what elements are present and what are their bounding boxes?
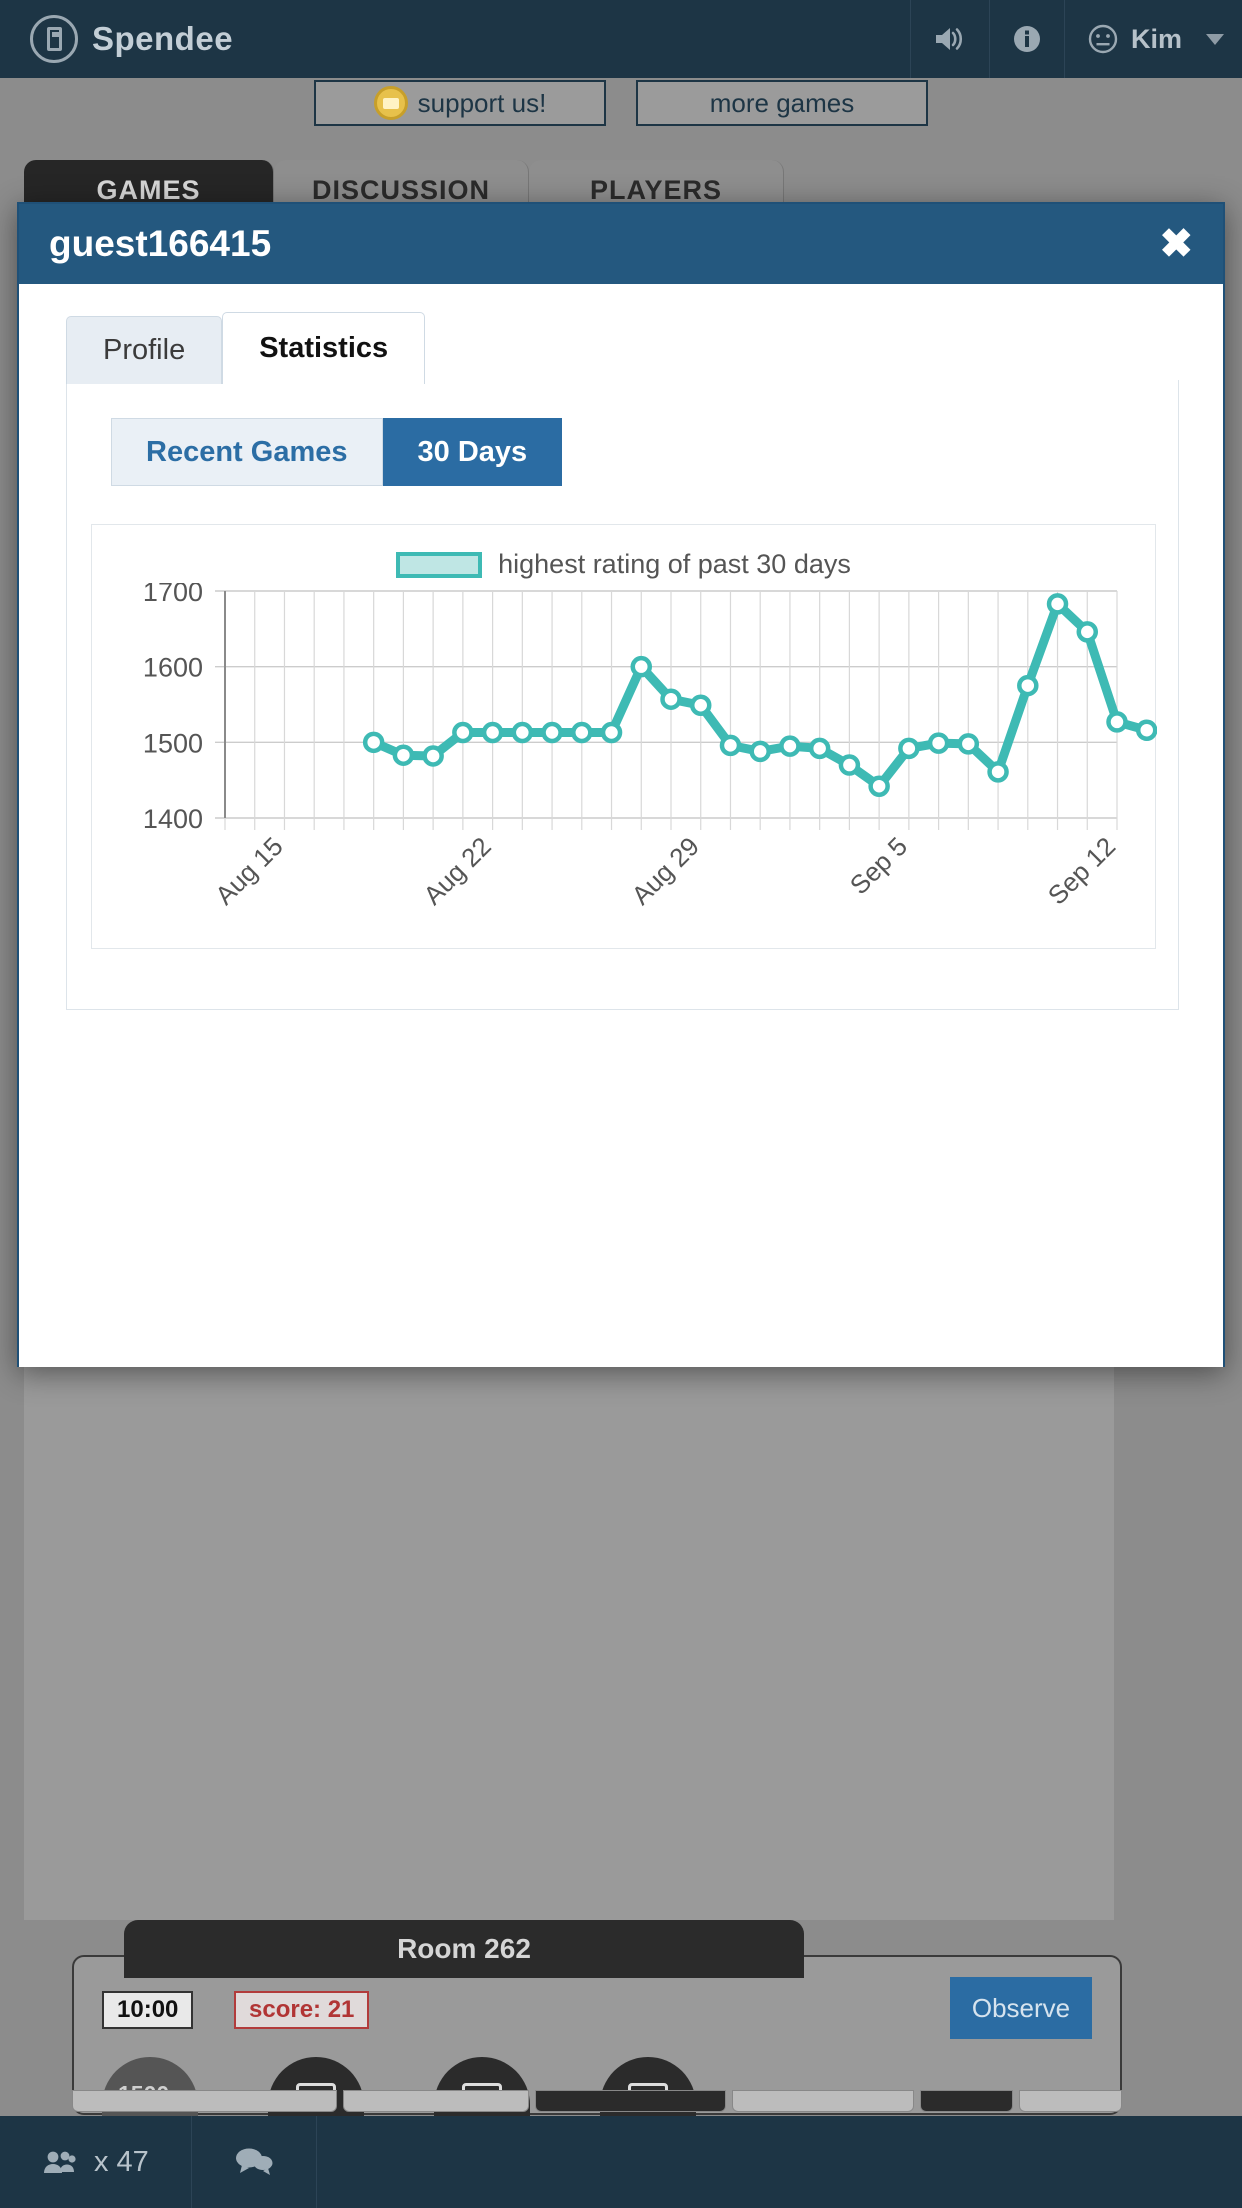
chart-plot-area: 1400 1500 1600 1700 Aug 15 Aug 22 Aug 29 Sep 5 S… — [92, 583, 1157, 943]
svg-text:1500: 1500 — [143, 728, 203, 758]
rating-line-chart: 1400 1500 1600 1700 Aug 15 Aug 22 Aug 29 Sep 5 S… — [92, 583, 1157, 943]
statistics-panel: Recent Games 30 Days highest rating of p… — [66, 380, 1179, 1010]
room-score-badge: score: 21 — [234, 1991, 369, 2029]
modal-title: guest166415 — [49, 223, 271, 265]
svg-text:1400: 1400 — [143, 804, 203, 834]
range-selector: Recent Games 30 Days — [111, 418, 562, 486]
svg-text:Sep 12: Sep 12 — [1042, 831, 1121, 910]
chip — [343, 2090, 529, 2112]
user-menu[interactable]: Kim — [1064, 0, 1242, 78]
support-us-button[interactable]: support us! — [314, 80, 606, 126]
users-icon — [42, 2148, 78, 2176]
chart-legend: highest rating of past 30 days — [92, 549, 1155, 580]
nav-right-group: Kim — [910, 0, 1242, 78]
more-games-label: more games — [710, 88, 855, 119]
close-icon[interactable]: ✖ — [1159, 224, 1193, 264]
modal-tab-strip: Profile Statistics — [66, 312, 425, 384]
card-chip-row — [72, 2090, 1122, 2112]
chevron-down-icon — [1206, 34, 1224, 45]
online-players-indicator[interactable]: x 47 — [0, 2116, 192, 2208]
svg-text:1600: 1600 — [143, 653, 203, 683]
tab-statistics-label: Statistics — [259, 332, 388, 365]
support-us-label: support us! — [418, 88, 547, 119]
thirty-days-label: 30 Days — [418, 436, 528, 469]
legend-swatch — [396, 552, 482, 578]
info-icon — [1012, 24, 1042, 54]
tab-profile-label: Profile — [103, 334, 185, 367]
user-name-label: Kim — [1131, 24, 1182, 55]
spendee-logo-icon — [30, 15, 78, 63]
modal-header: guest166415 ✖ — [19, 204, 1223, 284]
chat-bubble-icon — [234, 2146, 274, 2178]
svg-text:Aug 22: Aug 22 — [417, 831, 496, 910]
brand-name: Spendee — [92, 20, 233, 58]
more-games-button[interactable]: more games — [636, 80, 928, 126]
room-title: Room 262 — [124, 1920, 804, 1978]
rating-chart-container: highest rating of past 30 days 140015001… — [91, 524, 1156, 949]
info-button[interactable] — [989, 0, 1064, 78]
room-timer-badge: 10:00 — [102, 1991, 193, 2029]
svg-text:Aug 15: Aug 15 — [209, 831, 288, 910]
svg-text:Aug 29: Aug 29 — [625, 831, 704, 910]
bottom-status-bar: x 47 — [0, 2116, 1242, 2208]
coin-icon — [374, 86, 408, 120]
tab-games-label: GAMES — [96, 175, 200, 206]
thirty-days-button[interactable]: 30 Days — [383, 418, 563, 486]
chat-button[interactable] — [192, 2116, 317, 2208]
promo-button-row: support us! more games — [0, 80, 1242, 130]
smiley-icon — [1087, 23, 1119, 55]
brand[interactable]: Spendee — [0, 15, 233, 63]
modal-body: Profile Statistics Recent Games 30 Days … — [19, 284, 1223, 1367]
chip — [1019, 2090, 1122, 2112]
tab-players-label: PLAYERS — [590, 175, 722, 206]
sound-toggle-button[interactable] — [910, 0, 989, 78]
recent-games-button[interactable]: Recent Games — [111, 418, 383, 486]
chip — [920, 2090, 1013, 2112]
chip — [535, 2090, 726, 2112]
online-players-count: x 47 — [94, 2146, 149, 2179]
svg-text:1700: 1700 — [143, 583, 203, 607]
chip — [72, 2090, 337, 2112]
observe-button[interactable]: Observe — [950, 1977, 1092, 2039]
tab-discussion-label: DISCUSSION — [312, 175, 490, 206]
tab-statistics[interactable]: Statistics — [222, 312, 425, 384]
recent-games-label: Recent Games — [146, 436, 348, 469]
observe-button-label: Observe — [972, 1993, 1070, 2024]
svg-text:Sep 5: Sep 5 — [844, 831, 913, 900]
tab-profile[interactable]: Profile — [66, 316, 222, 384]
speaker-icon — [933, 24, 967, 54]
top-navigation-bar: Spendee Kim — [0, 0, 1242, 78]
chip — [732, 2090, 913, 2112]
legend-label: highest rating of past 30 days — [498, 549, 851, 580]
player-stats-modal: guest166415 ✖ Profile Statistics Recent … — [17, 202, 1225, 1367]
